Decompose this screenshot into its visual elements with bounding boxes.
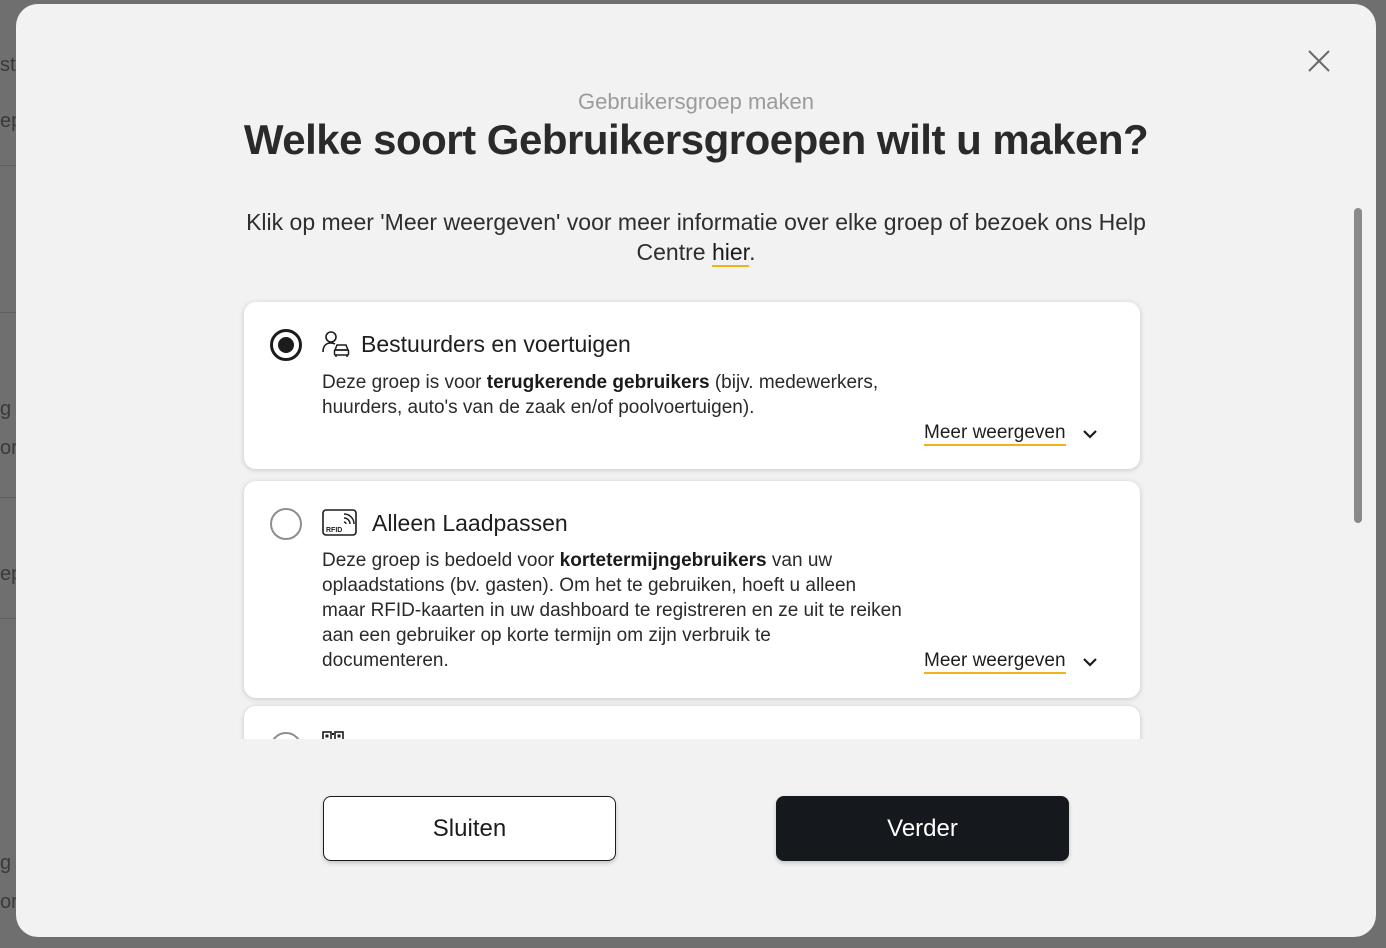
show-more-button[interactable]: Meer weergeven (924, 422, 1098, 446)
close-button[interactable] (1306, 48, 1332, 74)
intro-text-end: . (749, 239, 756, 265)
qr-code-icon (322, 731, 350, 739)
modal-subtitle: Gebruikersgroep maken (577, 89, 814, 114)
option-description: Deze groep is voor terugkerende gebruike… (322, 370, 902, 420)
driver-car-icon (322, 330, 350, 358)
scrollbar[interactable] (1354, 208, 1362, 523)
option-card-drivers-vehicles[interactable]: Bestuurders en voertuigen Deze groep is … (244, 302, 1140, 469)
radio-third-option[interactable] (270, 732, 302, 739)
bg-divider (0, 312, 16, 313)
next-button[interactable]: Verder (776, 796, 1069, 861)
help-centre-link[interactable]: hier (711, 239, 750, 267)
option-desc-bold: kortetermijngebruikers (559, 550, 767, 571)
radio-charge-cards[interactable] (270, 508, 302, 540)
option-description: Deze groep is bedoeld voor kortetermijng… (322, 548, 902, 673)
option-title: Alleen Laadpassen (372, 510, 568, 536)
option-desc-text: Deze groep is bedoeld voor (322, 550, 560, 571)
close-modal-button[interactable]: Sluiten (323, 796, 616, 861)
bg-divider (0, 165, 16, 166)
intro-text: Klik op meer 'Meer weergeven' voor meer … (240, 207, 1152, 267)
rfid-label: RFID (326, 527, 342, 534)
bg-divider (0, 618, 16, 619)
show-more-label: Meer weergeven (924, 650, 1066, 674)
radio-drivers-vehicles[interactable] (270, 329, 302, 361)
modal-title: Welke soort Gebruikersgroepen wilt u mak… (243, 116, 1149, 163)
option-card-charge-cards[interactable]: RFID Alleen Laadpassen Deze groep is bed… (244, 481, 1140, 698)
option-desc-bold: terugkerende gebruikers (486, 372, 710, 393)
option-title: Bestuurders en voertuigen (361, 331, 631, 357)
show-more-label: Meer weergeven (924, 422, 1066, 446)
close-icon (1308, 50, 1330, 72)
rfid-card-icon: RFID (322, 509, 358, 537)
create-user-group-modal: Gebruikersgroep maken Welke soort Gebrui… (16, 4, 1376, 937)
intro-text-body: Klik op meer 'Meer weergeven' voor meer … (246, 209, 1146, 265)
show-more-button[interactable]: Meer weergeven (924, 650, 1098, 674)
options-list: Bestuurders en voertuigen Deze groep is … (236, 294, 1148, 739)
chevron-down-icon (1082, 426, 1098, 442)
chevron-down-icon (1082, 654, 1098, 670)
option-card-third[interactable] (244, 706, 1140, 739)
bg-divider (0, 497, 16, 498)
option-desc-text: Deze groep is voor (322, 372, 487, 393)
